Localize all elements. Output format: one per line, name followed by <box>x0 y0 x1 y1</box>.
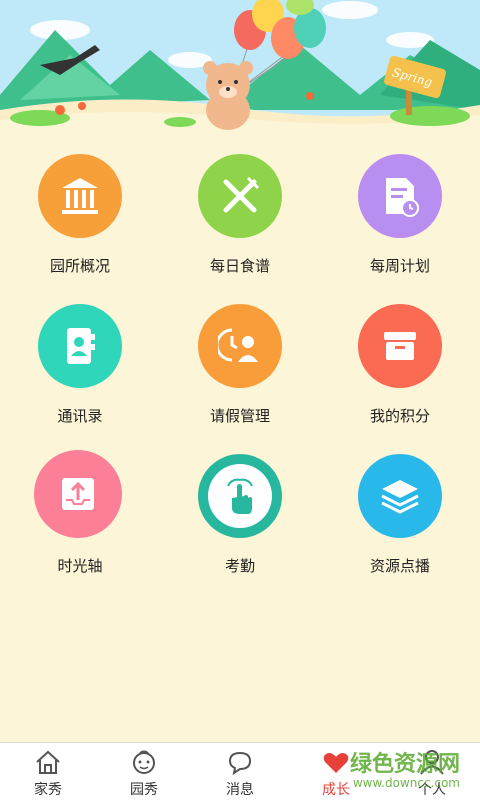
tab-label: 园秀 <box>130 782 158 798</box>
tab-messages[interactable]: 消息 <box>192 743 288 801</box>
grid-item-timeline[interactable]: 时光轴 <box>0 442 160 592</box>
home-icon <box>36 750 60 774</box>
tab-school-show[interactable]: 园秀 <box>96 743 192 801</box>
leave-person-icon <box>198 304 282 388</box>
touch-hand-icon <box>198 454 282 538</box>
tab-family-show[interactable]: 家秀 <box>0 743 96 801</box>
grid-item-my-points[interactable]: 我的积分 <box>320 292 480 442</box>
grid-item-weekly-plan[interactable]: 每周计划 <box>320 142 480 292</box>
institution-icon <box>38 154 122 238</box>
header-banner: Spring <box>0 0 480 132</box>
grid-item-leave-management[interactable]: 请假管理 <box>160 292 320 442</box>
grid-item-label: 资源点播 <box>369 557 430 575</box>
grid-item-label: 每日食谱 <box>209 257 270 275</box>
grid-item-label: 我的积分 <box>369 407 430 425</box>
contacts-book-icon <box>38 304 122 388</box>
grid-item-attendance[interactable]: 考勤 <box>160 442 320 592</box>
grid-item-label: 时光轴 <box>57 557 103 575</box>
grid-item-label: 考勤 <box>224 557 255 575</box>
tab-label: 消息 <box>226 782 254 798</box>
grid-item-label: 每周计划 <box>369 257 430 275</box>
grid-item-contacts[interactable]: 通讯录 <box>0 292 160 442</box>
spring-illustration: Spring <box>0 0 480 132</box>
fork-knife-icon <box>198 154 282 238</box>
grid-item-resource-vod[interactable]: 资源点播 <box>320 442 480 592</box>
chat-bubble-icon <box>228 751 252 775</box>
archive-box-icon <box>358 304 442 388</box>
feature-grid: 园所概况 每日食谱 每周计划 通讯录 请假管理 我的积分 时光轴 考勤 资源点播 <box>0 132 480 742</box>
grid-item-daily-menu[interactable]: 每日食谱 <box>160 142 320 292</box>
watermark-title: 绿色资源网 <box>349 752 460 777</box>
grid-item-label: 园所概况 <box>49 257 110 275</box>
watermark-sub: www.downcc.com <box>352 776 460 790</box>
grid-item-school-overview[interactable]: 园所概况 <box>0 142 160 292</box>
grid-item-label: 请假管理 <box>209 407 270 425</box>
baby-face-icon <box>133 750 155 774</box>
heart-icon <box>323 753 349 773</box>
layers-icon <box>358 454 442 538</box>
document-clock-icon <box>358 154 442 238</box>
watermark: 绿色资源网 www.downcc.com <box>350 746 460 790</box>
tab-label: 家秀 <box>34 782 62 798</box>
grid-item-label: 通讯录 <box>57 407 103 425</box>
upload-tray-icon <box>34 450 122 538</box>
